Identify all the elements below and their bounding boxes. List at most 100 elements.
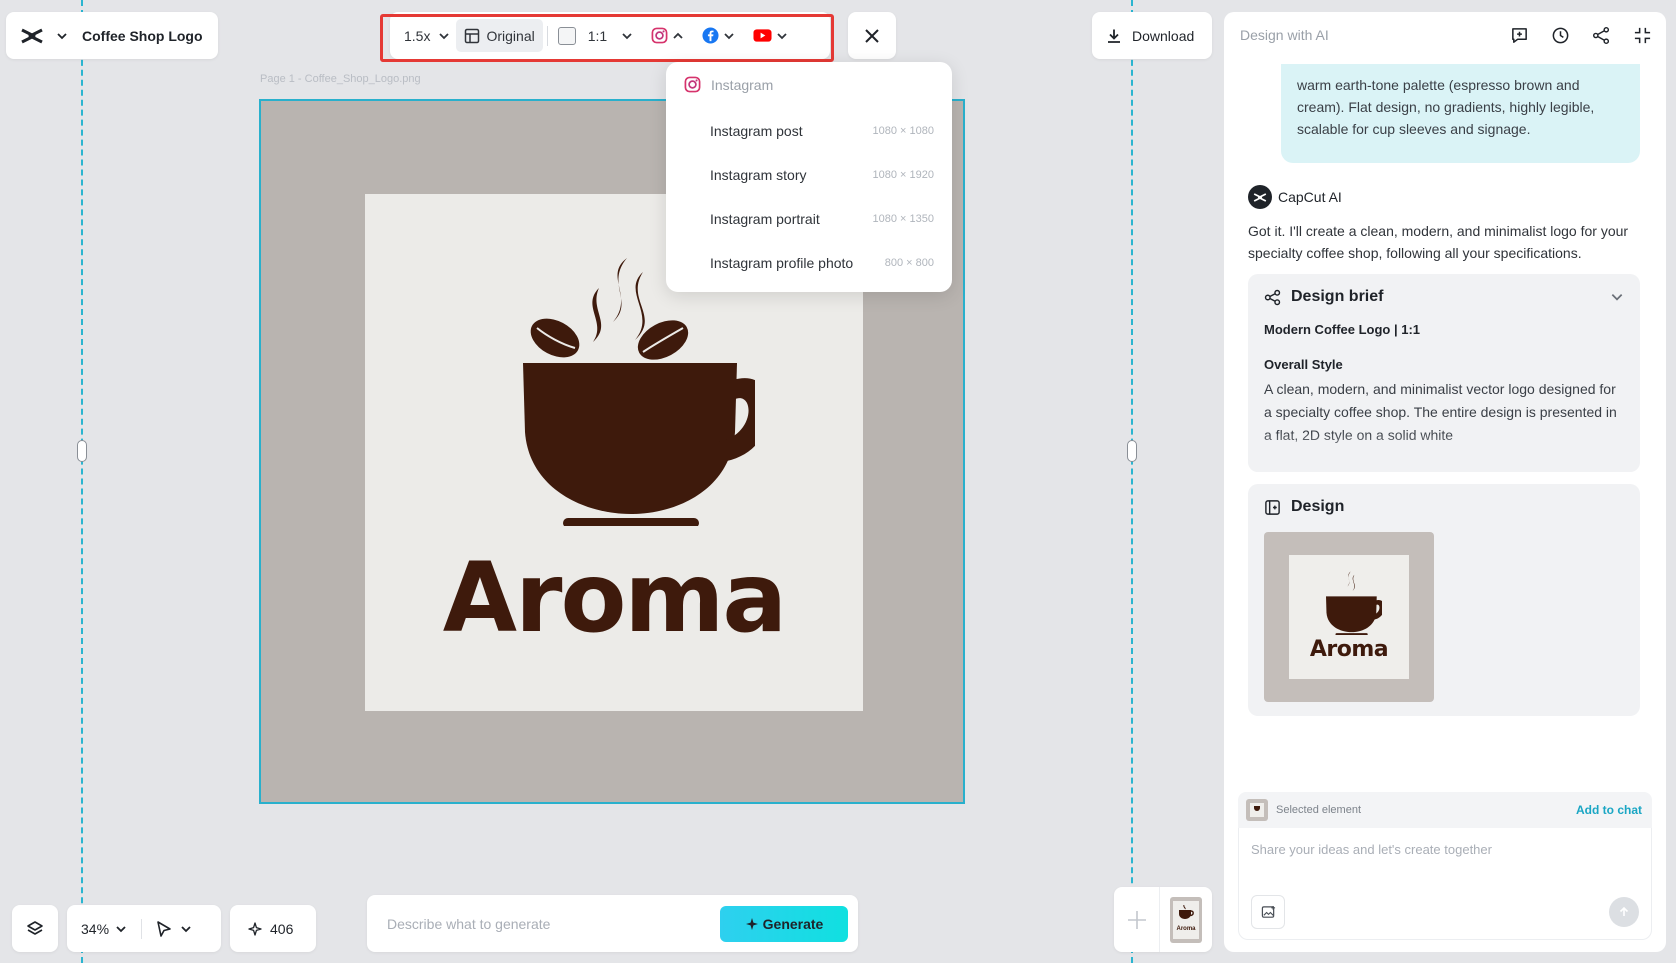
youtube-icon [753, 29, 772, 42]
zoom-dropdown[interactable]: 34% [81, 921, 127, 937]
sparkle-icon [248, 921, 262, 936]
canvas-guide-left [81, 0, 83, 963]
menu-item-label: Instagram portrait [710, 211, 820, 227]
credits-button[interactable]: 406 [230, 905, 316, 952]
canvas-area[interactable]: Page 1 - Coffee_Shop_Logo.png Aroma [0, 0, 1212, 963]
send-button[interactable] [1609, 897, 1639, 927]
capcut-logo-icon[interactable] [20, 27, 44, 45]
facebook-dropdown[interactable] [696, 19, 741, 52]
divider [141, 918, 143, 939]
menu-item-instagram-post[interactable]: Instagram post 1080 × 1080 [684, 109, 934, 153]
chat-placeholder: Share your ideas and let's create togeth… [1251, 842, 1492, 857]
logo-text: Aroma [442, 542, 787, 654]
brief-subtitle: Modern Coffee Logo | 1:1 [1264, 322, 1421, 337]
resize-handle-left[interactable] [77, 440, 87, 462]
chat-input[interactable]: Share your ideas and let's create togeth… [1238, 828, 1652, 940]
instagram-icon [684, 76, 701, 93]
add-to-chat-button[interactable]: Add to chat [1576, 803, 1642, 817]
download-label: Download [1132, 27, 1195, 44]
menu-item-size: 800 × 800 [884, 257, 934, 269]
menu-item-size: 1080 × 1920 [872, 169, 934, 181]
brief-heading: Overall Style [1264, 357, 1343, 372]
menu-item-instagram-portrait[interactable]: Instagram portrait 1080 × 1350 [684, 197, 934, 241]
download-icon [1108, 29, 1120, 43]
ai-author: CapCut AI [1248, 185, 1342, 209]
menu-header-label: Instagram [711, 76, 774, 93]
generate-button[interactable]: Generate [720, 905, 848, 942]
selected-element-thumbnail [1246, 799, 1268, 821]
selected-element-bar: Selected element Add to chat [1238, 792, 1652, 828]
facebook-icon [702, 27, 719, 44]
instagram-size-menu: Instagram Instagram post 1080 × 1080 Ins… [666, 62, 952, 292]
chevron-down-icon [724, 32, 734, 39]
toolbar-divider [546, 25, 548, 46]
ai-chat-panel: Design with AI warm earth-tone palette (… [1224, 12, 1666, 952]
chevron-up-icon [673, 32, 683, 39]
credits-value: 406 [270, 920, 294, 937]
download-button[interactable]: Download [1092, 12, 1212, 59]
plus-icon [1127, 910, 1146, 929]
collapse-icon[interactable] [1633, 26, 1652, 45]
zoom-and-cursor-controls: 34% [67, 905, 221, 952]
original-label: Original [486, 27, 535, 44]
ratio-dropdown[interactable]: 1:1 [582, 19, 639, 52]
new-chat-icon[interactable] [1510, 26, 1529, 45]
design-thumbnail-panel: Aroma [1289, 555, 1409, 679]
selected-element-label: Selected element [1276, 804, 1361, 816]
capcut-logo-icon [1248, 185, 1272, 209]
menu-item-size: 1080 × 1350 [872, 213, 934, 225]
menu-item-instagram-profile-photo[interactable]: Instagram profile photo 800 × 800 [684, 241, 934, 285]
brief-title: Design brief [1291, 288, 1384, 305]
square-swatch-icon [557, 26, 576, 45]
instagram-dropdown[interactable] [645, 19, 690, 52]
background-color-swatch[interactable] [552, 19, 582, 52]
chevron-down-icon [777, 32, 787, 39]
coffee-cup-icon [523, 258, 755, 526]
layers-button[interactable] [12, 905, 58, 952]
brief-header: Design brief [1264, 288, 1624, 306]
add-page-button[interactable] [1114, 887, 1160, 952]
page-label: Page 1 - Coffee_Shop_Logo.png [260, 73, 421, 85]
ai-message: Got it. I'll create a clean, modern, and… [1248, 223, 1629, 261]
coffee-cup-icon [1179, 904, 1194, 919]
canvas-guide-right [1131, 0, 1133, 963]
design-result-card: Design Aroma [1248, 484, 1640, 716]
generate-prompt-bar: Describe what to generate Generate [367, 895, 858, 952]
chevron-down-icon [439, 32, 450, 39]
nodes-icon [1264, 289, 1281, 305]
design-thumbnail[interactable]: Aroma [1264, 532, 1434, 702]
project-header: Coffee Shop Logo [6, 12, 218, 59]
share-icon[interactable] [1592, 26, 1611, 45]
top-toolbar: 1.5x Original 1:1 [390, 12, 830, 59]
sparkle-icon [745, 917, 758, 930]
cursor-tool-dropdown[interactable] [156, 920, 192, 938]
chevron-down-icon[interactable] [1610, 290, 1624, 304]
panel-header: Design with AI [1240, 12, 1652, 58]
chevron-down-icon [622, 32, 632, 39]
user-message-bubble: warm earth-tone palette (espresso brown … [1281, 64, 1640, 163]
attach-image-button[interactable] [1251, 895, 1285, 929]
layout-icon [465, 28, 480, 43]
resize-handle-right[interactable] [1127, 440, 1137, 462]
original-button[interactable]: Original [456, 19, 543, 52]
chevron-down-icon[interactable] [56, 30, 68, 42]
design-thumbnail-text: Aroma [1309, 637, 1389, 662]
menu-item-instagram-story[interactable]: Instagram story 1080 × 1920 [684, 153, 934, 197]
prompt-input[interactable]: Describe what to generate [387, 916, 550, 932]
close-icon [865, 28, 879, 43]
image-add-icon [1261, 905, 1275, 918]
history-icon[interactable] [1551, 26, 1570, 45]
design-brief-card[interactable]: Design brief Modern Coffee Logo | 1:1 Ov… [1248, 274, 1640, 472]
zoom-value: 34% [81, 920, 110, 937]
ai-name: CapCut AI [1278, 189, 1342, 205]
scale-dropdown[interactable]: 1.5x [398, 19, 456, 52]
ratio-value: 1:1 [587, 27, 608, 44]
close-button[interactable] [848, 12, 896, 59]
project-title[interactable]: Coffee Shop Logo [82, 28, 203, 44]
page-thumbnail[interactable]: Aroma [1170, 896, 1202, 943]
menu-item-size: 1080 × 1080 [872, 125, 934, 137]
pages-strip: Aroma [1114, 887, 1212, 952]
design-title: Design [1291, 498, 1345, 515]
youtube-dropdown[interactable] [747, 19, 794, 52]
panel-title: Design with AI [1240, 27, 1329, 43]
